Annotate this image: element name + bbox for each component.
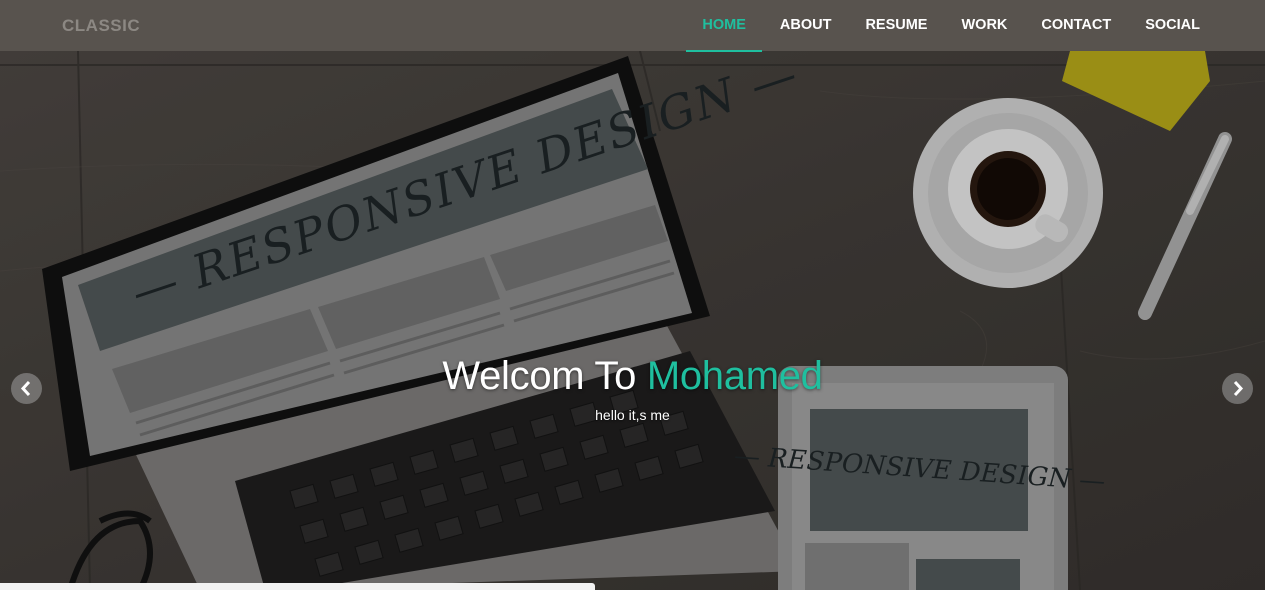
hero-heading: Welcom To Mohamed	[0, 354, 1265, 399]
chevron-left-icon	[20, 380, 31, 397]
nav-about[interactable]: ABOUT	[764, 0, 848, 51]
hero-subtitle: hello it,s me	[595, 407, 670, 423]
nav-home[interactable]: HOME	[686, 0, 762, 52]
hero-heading-prefix: Welcom To	[442, 354, 647, 398]
nav-social[interactable]: SOCIAL	[1129, 0, 1216, 51]
hero-heading-name: Mohamed	[646, 354, 823, 398]
chevron-right-icon	[1233, 380, 1244, 397]
hero-overlay	[0, 51, 1265, 590]
carousel-prev-button[interactable]	[11, 373, 42, 404]
brand-logo[interactable]: CLASSIC	[62, 0, 140, 51]
navbar: CLASSIC HOME ABOUT RESUME WORK CONTACT S…	[0, 0, 1265, 52]
hero-caption: Welcom To Mohamed hello it,s me	[0, 354, 1265, 423]
nav-links: HOME ABOUT RESUME WORK CONTACT SOCIAL	[684, 0, 1216, 52]
carousel-next-button[interactable]	[1222, 373, 1253, 404]
nav-work[interactable]: WORK	[945, 0, 1023, 51]
bottom-status-strip	[0, 583, 595, 590]
hero-carousel: — RESPONSIVE DESIGN — — RESPONSIVE DESIG…	[0, 51, 1265, 590]
nav-contact[interactable]: CONTACT	[1025, 0, 1127, 51]
nav-resume[interactable]: RESUME	[849, 0, 943, 51]
